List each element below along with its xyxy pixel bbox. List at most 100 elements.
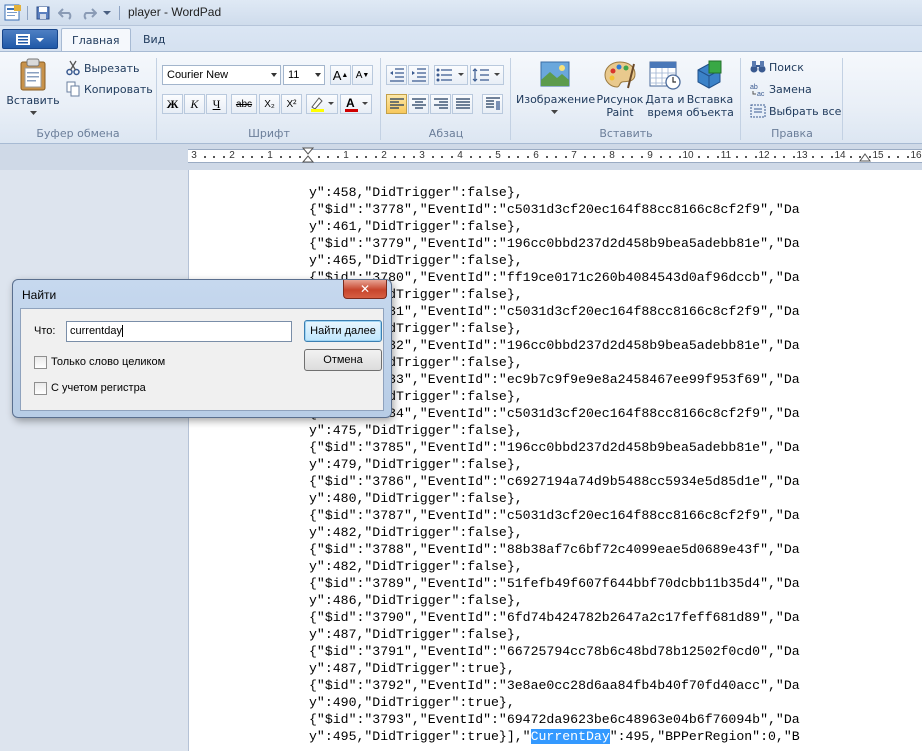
cut-button[interactable]: Вырезать — [66, 59, 139, 77]
ruler-number: 3 — [419, 150, 425, 161]
increase-indent-button[interactable] — [408, 65, 429, 85]
find-next-button[interactable]: Найти далее — [304, 320, 382, 342]
align-right-icon — [433, 98, 448, 109]
find-button[interactable]: Поиск — [750, 58, 804, 76]
replace-icon: abac — [750, 84, 765, 96]
chevron-down-icon — [271, 73, 277, 77]
insert-datetime-button[interactable]: Дата и время — [644, 56, 686, 122]
save-icon[interactable] — [34, 4, 52, 22]
ribbon: Вставить Вырезать Копировать Буфер обмен… — [0, 51, 922, 144]
grow-font-button[interactable]: A ▲ — [330, 65, 351, 85]
cancel-button[interactable]: Отмена — [304, 349, 382, 371]
underline-button[interactable]: Ч — [206, 94, 227, 114]
tab-home[interactable]: Главная — [61, 28, 131, 52]
document-line: {"$id":"3791","EventId":"66725794cc78b6c… — [309, 644, 800, 659]
wordpad-app-icon[interactable] — [4, 4, 22, 21]
select-all-button[interactable]: Выбрать все — [750, 102, 841, 120]
bold-button[interactable]: Ж — [162, 94, 183, 114]
insert-object-button[interactable]: Вставка объекта — [686, 56, 734, 122]
align-center-button[interactable] — [408, 94, 429, 114]
replace-label: Замена — [769, 82, 812, 96]
ruler-tick — [707, 156, 709, 158]
document-line: y":475,"DidTrigger":false}, — [309, 423, 523, 438]
document-line: y":465,"DidTrigger":false}, — [309, 253, 523, 268]
match-case-checkbox[interactable] — [34, 382, 47, 395]
ruler-number: 10 — [682, 150, 694, 161]
binoculars-icon — [750, 61, 766, 73]
app-menu-icon — [16, 34, 44, 45]
copy-button[interactable]: Копировать — [66, 80, 153, 98]
bullets-button[interactable] — [434, 65, 468, 85]
insert-paint-button[interactable]: Рисунок Paint — [596, 56, 644, 122]
ruler-tick — [640, 156, 643, 158]
document-line: {"$id":"3786","EventId":"c6927194a74d9b5… — [309, 474, 800, 489]
ruler-tick — [260, 156, 263, 158]
whole-word-label: Только слово целиком — [51, 356, 166, 368]
highlight-color-button[interactable] — [306, 94, 338, 114]
search-match-highlight: CurrentDay — [530, 729, 610, 744]
document-line: {"$id":"3792","EventId":"3e8ae0cc28d6aa8… — [309, 678, 800, 693]
app-menu-button[interactable] — [2, 29, 58, 49]
group-separator — [380, 58, 381, 140]
ruler-tick — [213, 156, 215, 158]
text-color-button[interactable]: A — [340, 94, 372, 114]
ruler-tick — [450, 156, 453, 158]
insert-object-label-2: объекта — [686, 106, 734, 119]
document-text[interactable]: y":458,"DidTrigger":false}, {"$id":"3778"… — [309, 184, 800, 745]
ruler-number: 4 — [457, 150, 463, 161]
align-left-icon — [389, 98, 404, 109]
font-size-select[interactable]: 11 — [283, 65, 325, 85]
qat-separator — [119, 6, 120, 20]
line-spacing-button[interactable] — [470, 65, 504, 85]
close-icon[interactable]: ✕ — [343, 280, 387, 299]
subscript-button[interactable]: X₂ — [259, 94, 280, 114]
ruler-tick — [830, 156, 833, 158]
shrink-font-button[interactable]: A ▼ — [352, 65, 373, 85]
ruler-tick — [203, 156, 206, 158]
title-bar: player - WordPad — [0, 0, 922, 26]
strikethrough-button[interactable]: abc — [231, 94, 257, 114]
ruler-tick — [593, 156, 595, 158]
line-spacing-icon — [472, 68, 500, 82]
ruler-tick — [678, 156, 681, 158]
redo-icon[interactable] — [80, 4, 98, 22]
document-line: {"$id":"3778","EventId":"c5031d3cf20ec16… — [309, 202, 800, 217]
ruler-number: 11 — [720, 150, 732, 161]
find-what-input[interactable]: currentday — [66, 321, 292, 342]
document-line: {"$id":"3793","EventId":"69472da9623be6c… — [309, 712, 800, 727]
ruler-tick — [479, 156, 481, 158]
undo-icon[interactable] — [57, 4, 75, 22]
align-left-button[interactable] — [386, 94, 407, 114]
align-right-button[interactable] — [430, 94, 451, 114]
ruler-tick — [897, 156, 899, 158]
document-line: y":486,"DidTrigger":false}, — [309, 593, 523, 608]
find-dialog-body: Что: currentday Найти далее Отмена Тольк… — [20, 308, 384, 411]
align-justify-icon — [455, 98, 470, 109]
tab-view[interactable]: Вид — [133, 28, 175, 52]
ruler-tick — [754, 156, 757, 158]
justify-button[interactable] — [452, 94, 473, 114]
paragraph-button[interactable] — [482, 94, 503, 114]
superscript-button[interactable]: X² — [281, 94, 302, 114]
insert-image-button[interactable]: Изображение — [516, 56, 595, 122]
font-family-value: Courier New — [167, 69, 229, 81]
document-line: {"$id":"3787","EventId":"c5031d3cf20ec16… — [309, 508, 800, 523]
document-margin-area — [0, 170, 188, 751]
ruler-tick — [716, 156, 719, 158]
font-family-select[interactable]: Courier New — [162, 65, 281, 85]
paste-button[interactable]: Вставить — [6, 56, 60, 118]
decrease-indent-button[interactable] — [386, 65, 407, 85]
italic-button[interactable]: К — [184, 94, 205, 114]
indent-marker-icon[interactable] — [302, 147, 314, 163]
right-indent-marker-icon[interactable] — [859, 153, 871, 163]
ruler[interactable]: 3 2 1 1 2 3 4 5 6 7 8 9 10 11 12 13 14 15 16 — [188, 147, 922, 163]
ruler-tick — [887, 156, 890, 158]
ruler-tick — [564, 156, 567, 158]
document-line: {"$id":"3788","EventId":"88b38af7c6bf72c… — [309, 542, 800, 557]
clipboard-group-label: Буфер обмена — [36, 127, 120, 140]
whole-word-checkbox[interactable] — [34, 356, 47, 369]
replace-button[interactable]: ab ac Замена — [750, 80, 812, 98]
document-area[interactable]: y":458,"DidTrigger":false}, {"$id":"3778"… — [188, 170, 922, 751]
qat-customize-icon[interactable] — [101, 4, 113, 22]
ruler-tick — [507, 156, 510, 158]
